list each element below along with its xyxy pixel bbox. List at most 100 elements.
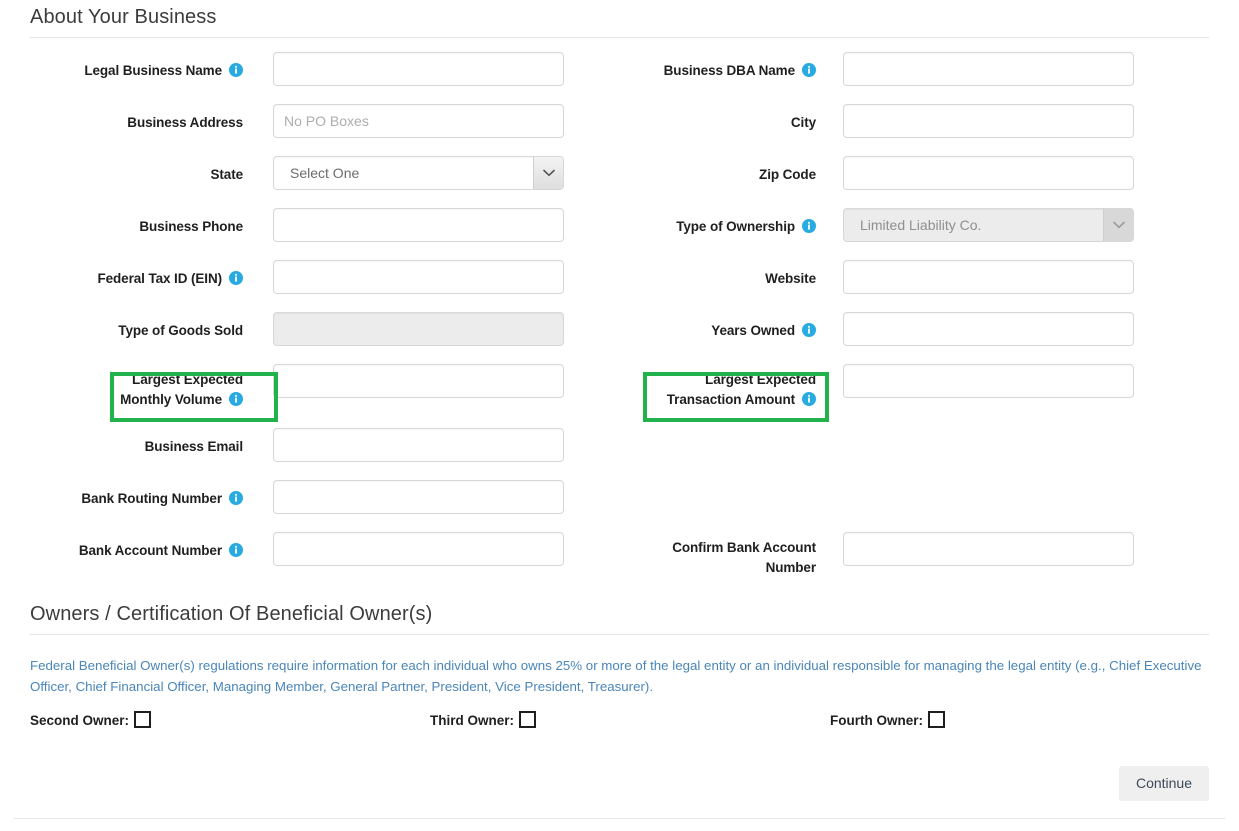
type-of-ownership-value: Limited Liability Co.	[860, 217, 982, 233]
field-label-line1: Confirm Bank Account	[672, 540, 816, 555]
field-label-line2: Transaction Amount	[600, 390, 816, 410]
form-row: Bank Routing Number	[0, 480, 1239, 532]
chevron-down-icon[interactable]	[533, 157, 563, 189]
third-owner-checkbox-group[interactable]: Third Owner:	[430, 711, 536, 730]
years-owned-input[interactable]	[843, 312, 1134, 346]
info-circle-icon[interactable]	[229, 392, 243, 406]
bank-account-number-input[interactable]	[273, 532, 564, 566]
info-circle-icon[interactable]	[802, 219, 816, 233]
field-label: Largest Expected Monthly Volume	[0, 364, 243, 410]
continue-button[interactable]: Continue	[1118, 766, 1209, 801]
info-circle-icon[interactable]	[802, 392, 816, 406]
info-circle-icon[interactable]	[229, 543, 243, 557]
field-control	[273, 364, 564, 398]
confirm-bank-account-number-input[interactable]	[843, 532, 1134, 566]
federal-tax-id-input[interactable]	[273, 260, 564, 294]
field-type-of-goods-sold: Type of Goods Sold	[0, 312, 600, 346]
info-circle-icon[interactable]	[229, 63, 243, 77]
field-control: Select One	[273, 156, 564, 190]
field-control	[273, 208, 564, 242]
field-label: State	[210, 167, 243, 182]
zip-code-input[interactable]	[843, 156, 1134, 190]
second-owner-checkbox-group[interactable]: Second Owner:	[30, 711, 152, 730]
form-row: Business Address City	[0, 104, 1239, 156]
field-control	[273, 104, 564, 138]
fourth-owner-checkbox-group[interactable]: Fourth Owner:	[830, 711, 945, 730]
field-control	[273, 52, 564, 86]
chevron-down-icon	[1103, 209, 1133, 241]
website-input[interactable]	[843, 260, 1134, 294]
field-business-address: Business Address	[0, 104, 600, 138]
info-circle-icon[interactable]	[229, 491, 243, 505]
field-label-line1: Largest Expected	[705, 372, 816, 387]
field-website: Website	[600, 260, 1200, 294]
field-confirm-bank-account-number: Confirm Bank Account Number	[600, 532, 1200, 578]
type-of-goods-sold-input	[273, 312, 564, 346]
field-label: City	[790, 115, 816, 130]
field-label: Business Email	[144, 439, 244, 454]
form-row: Business Email	[0, 428, 1239, 480]
field-label: Business DBA Name	[600, 52, 816, 81]
form-row: State Select One Zip Code	[0, 156, 1239, 208]
field-control	[843, 156, 1134, 190]
info-circle-icon[interactable]	[802, 63, 816, 77]
state-select[interactable]: Select One	[273, 156, 564, 190]
field-business-phone: Business Phone	[0, 208, 600, 242]
field-control: Limited Liability Co.	[843, 208, 1134, 242]
bank-routing-number-input[interactable]	[273, 480, 564, 514]
about-your-business-section: About Your Business	[0, 6, 1239, 38]
type-of-ownership-select: Limited Liability Co.	[843, 208, 1134, 242]
field-control	[843, 364, 1134, 398]
field-city: City	[600, 104, 1200, 138]
info-circle-icon[interactable]	[229, 271, 243, 285]
business-email-input[interactable]	[273, 428, 564, 462]
field-zip-code: Zip Code	[600, 156, 1200, 190]
form-row: Largest Expected Monthly Volume Largest …	[0, 364, 1239, 428]
field-years-owned: Years Owned	[600, 312, 1200, 346]
field-label: Type of Goods Sold	[118, 323, 243, 338]
largest-monthly-volume-input[interactable]	[273, 364, 564, 398]
owners-regulation-note: Federal Beneficial Owner(s) regulations …	[30, 658, 1202, 694]
field-control	[843, 52, 1134, 86]
business-phone-input[interactable]	[273, 208, 564, 242]
third-owner-checkbox[interactable]	[519, 711, 536, 728]
business-address-input[interactable]	[273, 104, 564, 138]
largest-transaction-amount-input[interactable]	[843, 364, 1134, 398]
field-control	[843, 532, 1134, 566]
field-state: State Select One	[0, 156, 600, 190]
form-row: Business Phone Type of Ownership Limited…	[0, 208, 1239, 260]
field-legal-business-name: Legal Business Name	[0, 52, 600, 86]
city-input[interactable]	[843, 104, 1134, 138]
second-owner-checkbox[interactable]	[134, 711, 152, 728]
field-control	[843, 104, 1134, 138]
legal-business-name-input[interactable]	[273, 52, 564, 86]
owners-section-title: Owners / Certification Of Beneficial Own…	[30, 603, 433, 625]
second-owner-label: Second Owner:	[30, 713, 130, 728]
field-control	[273, 532, 564, 566]
section-divider	[30, 37, 1209, 38]
form-row: Federal Tax ID (EIN) Website	[0, 260, 1239, 312]
field-bank-routing-number: Bank Routing Number	[0, 480, 600, 514]
field-label-line1: Largest Expected	[132, 372, 243, 387]
field-type-of-ownership: Type of Ownership Limited Liability Co.	[600, 208, 1200, 242]
form-row: Bank Account Number Confirm Bank Account…	[0, 532, 1239, 604]
field-control	[273, 260, 564, 294]
field-control	[843, 260, 1134, 294]
field-label: Business Address	[127, 115, 243, 130]
field-label: Federal Tax ID (EIN)	[0, 260, 243, 289]
field-label: Bank Routing Number	[0, 480, 243, 509]
field-largest-monthly-volume: Largest Expected Monthly Volume	[0, 364, 600, 410]
owners-section: Owners / Certification Of Beneficial Own…	[0, 603, 1239, 745]
fourth-owner-label: Fourth Owner:	[830, 713, 923, 728]
field-control	[843, 312, 1134, 346]
field-largest-transaction-amount: Largest Expected Transaction Amount	[600, 364, 1200, 410]
form-row: Type of Goods Sold Years Owned	[0, 312, 1239, 364]
fourth-owner-checkbox[interactable]	[928, 711, 945, 728]
info-circle-icon[interactable]	[802, 323, 816, 337]
field-label-line2: Number	[765, 560, 817, 575]
field-business-email: Business Email	[0, 428, 600, 462]
field-label: Legal Business Name	[0, 52, 243, 81]
field-federal-tax-id: Federal Tax ID (EIN)	[0, 260, 600, 294]
field-label: Confirm Bank Account Number	[600, 532, 816, 578]
business-dba-name-input[interactable]	[843, 52, 1134, 86]
